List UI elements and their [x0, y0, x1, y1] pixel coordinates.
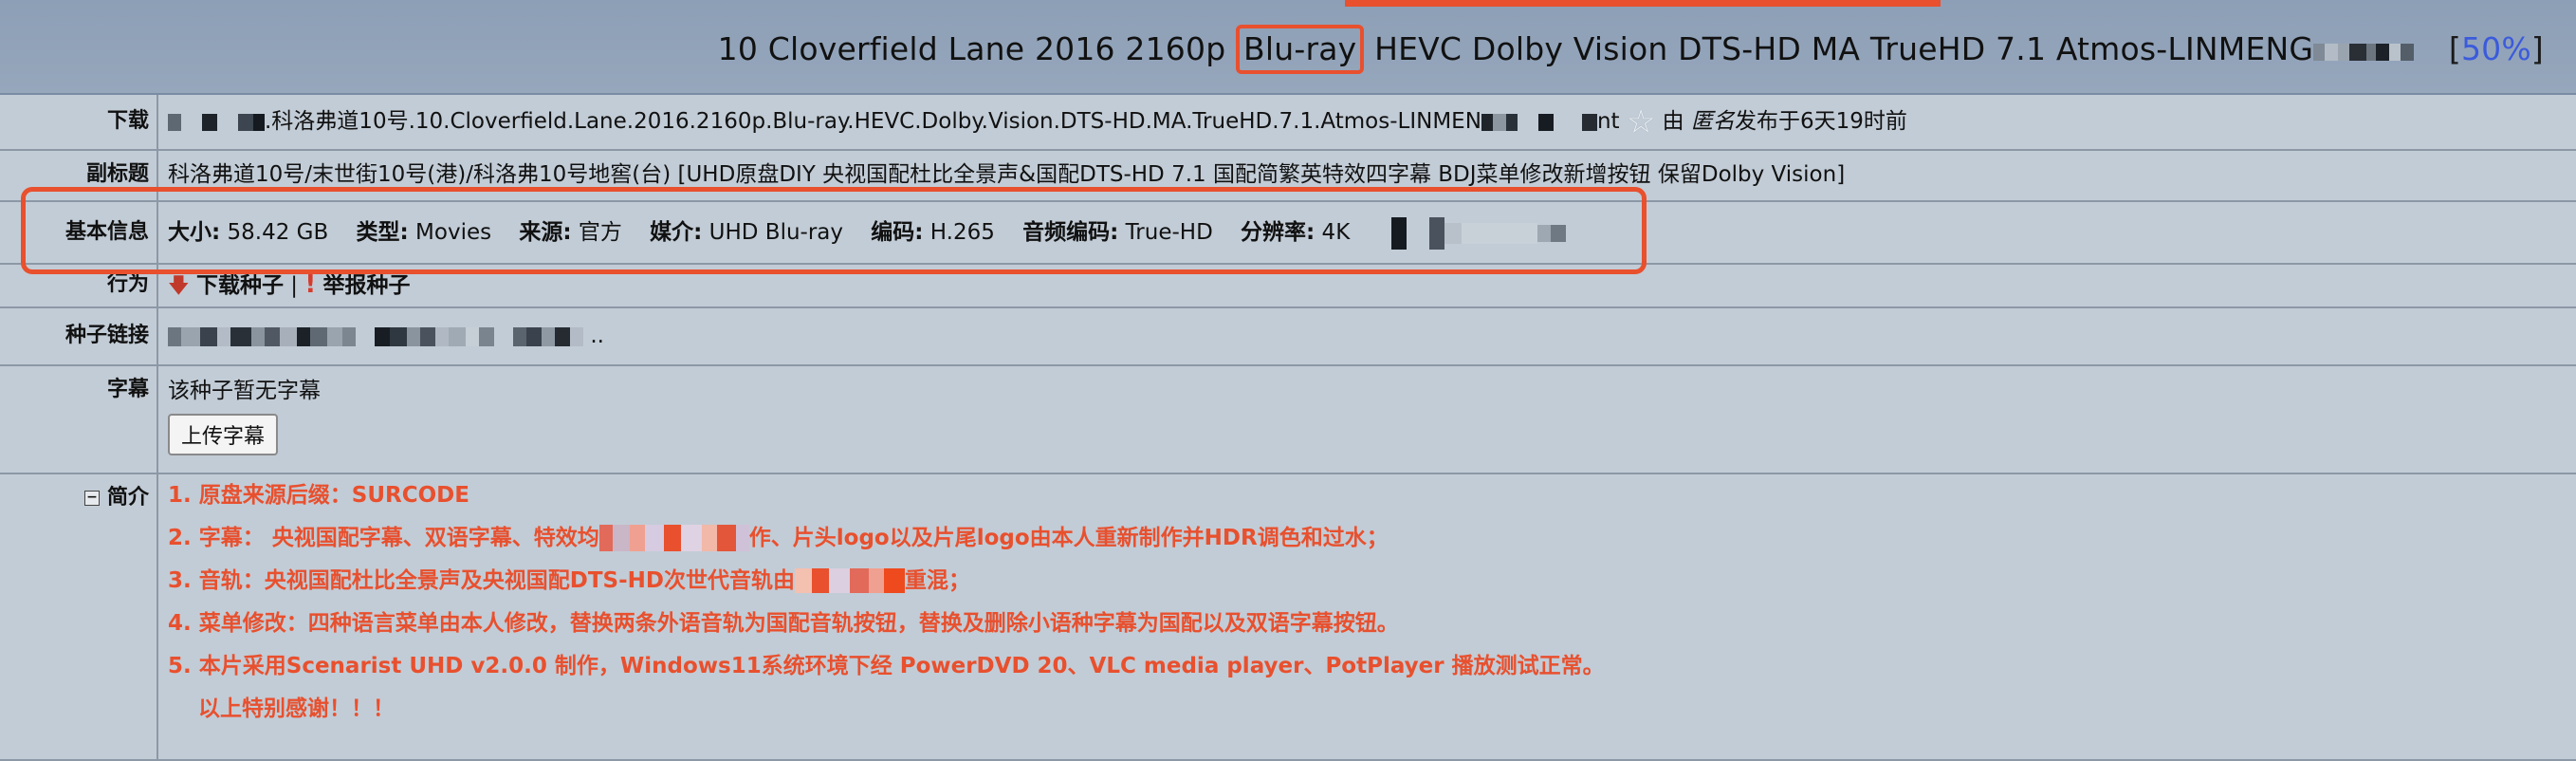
by-text: 由 [1662, 109, 1684, 134]
highlight-mark [1345, 0, 1941, 7]
seed-percent: [50%] [2448, 30, 2544, 67]
torrent-link-value[interactable]: .. [157, 307, 2576, 366]
pixelated-redaction [2313, 30, 2438, 72]
label-intro[interactable]: − 简介 [0, 473, 158, 761]
intro-line-6: 以上特别感谢！！！ [198, 696, 395, 721]
pixelated-redaction [168, 96, 265, 149]
intro-line-4: 4. 菜单修改：四种语言菜单由本人修改，替换两条外语音轨为国配音轨按钮，替换及删… [168, 610, 1399, 636]
title-highlight: Blu-ray [1236, 25, 1365, 74]
collapse-minus-icon[interactable]: − [83, 490, 100, 506]
intro-label: 简介 [106, 485, 149, 510]
row-torrent-link: 种子链接 .. [0, 307, 2576, 366]
pixelated-redaction [598, 517, 749, 560]
download-torrent-link[interactable]: 下载种子 [196, 273, 284, 298]
filename-suffix: nt [1596, 109, 1620, 134]
posted-time: 发布于6天19时前 [1734, 109, 1907, 134]
no-subs-text: 该种子暂无字幕 [168, 378, 321, 403]
title-header: 10 Cloverfield Lane 2016 2160p Blu-ray H… [0, 0, 2576, 95]
pixelated-redaction [1481, 96, 1597, 149]
link-ellipsis: .. [590, 324, 604, 348]
upload-subtitle-button[interactable]: 上传字幕 [168, 413, 279, 455]
intro-line-2: 2. 字幕： 央视国配字幕、双语字幕、特效均 作、片头logo以及片尾logo由本… [168, 517, 2576, 560]
row-intro: − 简介 1. 原盘来源后缀：SURCODE 2. 字幕： 央视国配字幕、双语字幕… [0, 473, 2576, 761]
intro-line-5: 5. 本片采用Scenarist UHD v2.0.0 制作，Windows11… [168, 653, 1605, 678]
label-torrent-link: 种子链接 [0, 307, 158, 366]
report-torrent-link[interactable]: 举报种子 [322, 273, 410, 298]
intro-line-1: 1. 原盘来源后缀：SURCODE [168, 482, 469, 508]
label-download: 下载 [0, 95, 158, 151]
torrent-title: 10 Cloverfield Lane 2016 2160p Blu-ray H… [717, 25, 2544, 74]
row-subs: 字幕 该种子暂无字幕 上传字幕 [0, 364, 2576, 474]
torrent-filename-link[interactable]: .科洛弗道10号.10.Cloverfield.Lane.2016.2160p.… [265, 109, 1481, 134]
row-download: 下载 .科洛弗道10号.10.Cloverfield.Lane.2016.216… [0, 95, 2576, 151]
intro-content: 1. 原盘来源后缀：SURCODE 2. 字幕： 央视国配字幕、双语字幕、特效均… [157, 473, 2576, 761]
title-text-1: 10 Cloverfield Lane 2016 2160p [717, 30, 1237, 67]
intro-line-3: 3. 音轨：央视国配杜比全景声及央视国配DTS-HD次世代音轨由 重混； [168, 560, 2576, 603]
uploader-name: 匿名 [1690, 109, 1735, 134]
label-subs: 字幕 [0, 364, 158, 474]
subs-value: 该种子暂无字幕 上传字幕 [157, 364, 2576, 474]
download-value: .科洛弗道10号.10.Cloverfield.Lane.2016.2160p.… [157, 95, 2576, 151]
pixelated-redaction [168, 309, 583, 364]
report-warning-icon: ! [304, 270, 317, 299]
action-separator: | [290, 273, 298, 298]
pixelated-redaction [794, 560, 905, 603]
basic-info-highlight-box [21, 187, 1647, 274]
percent-value: 50% [2460, 30, 2531, 67]
title-text-2: HEVC Dolby Vision DTS-HD MA TrueHD 7.1 A… [1364, 30, 2314, 67]
download-arrow-icon: 🡇 [168, 274, 190, 298]
bookmark-star-icon[interactable]: ☆ [1627, 103, 1655, 141]
